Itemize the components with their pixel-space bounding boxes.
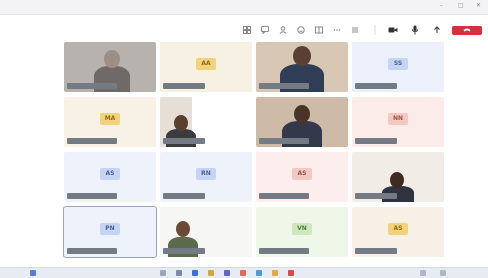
- participant-name: [259, 193, 309, 199]
- edge-icon[interactable]: [192, 270, 198, 276]
- participant-tile[interactable]: AS: [352, 207, 444, 257]
- participant-name: [67, 138, 117, 144]
- app-icon[interactable]: [240, 270, 246, 276]
- person-head: [293, 46, 311, 66]
- mail-icon[interactable]: [256, 270, 262, 276]
- person-body: [168, 237, 198, 257]
- participant-name: [67, 83, 117, 89]
- participant-initials: AS: [100, 168, 120, 180]
- people-icon[interactable]: [278, 25, 288, 35]
- view-icon[interactable]: [314, 25, 324, 35]
- participant-initials: SS: [388, 58, 408, 70]
- participant-tile[interactable]: [256, 42, 348, 92]
- participant-tile[interactable]: PN: [63, 206, 157, 258]
- participant-initials: PN: [100, 223, 120, 235]
- participant-tile[interactable]: AS: [256, 152, 348, 202]
- participant-name: [259, 83, 309, 89]
- chat-icon[interactable]: [260, 25, 270, 35]
- participant-tile[interactable]: MA: [64, 97, 156, 147]
- more-icon[interactable]: [332, 25, 342, 35]
- person-head: [104, 50, 120, 68]
- person-head: [390, 172, 404, 188]
- person-head: [176, 221, 190, 237]
- teams-icon[interactable]: [224, 270, 230, 276]
- participant-tile[interactable]: SS: [352, 42, 444, 92]
- participant-tile[interactable]: VN: [256, 207, 348, 257]
- start-icon[interactable]: [30, 270, 36, 276]
- participant-name: [259, 248, 309, 254]
- participant-tile[interactable]: [64, 42, 156, 92]
- participant-name: [355, 248, 397, 254]
- participant-tile[interactable]: [160, 97, 252, 147]
- participant-tile[interactable]: RN: [160, 152, 252, 202]
- share-icon[interactable]: [432, 25, 442, 35]
- participant-name: [259, 138, 309, 144]
- participant-initials: AS: [388, 223, 408, 235]
- taskview-icon[interactable]: [176, 270, 182, 276]
- close-icon[interactable]: ✕: [476, 2, 481, 9]
- phone-icon: [463, 27, 471, 33]
- participant-tile[interactable]: [352, 152, 444, 202]
- participant-tile[interactable]: [256, 97, 348, 147]
- participant-name: [67, 193, 117, 199]
- participant-initials: AS: [292, 168, 312, 180]
- app-icon-2[interactable]: [288, 270, 294, 276]
- title-bar: – □ ✕: [0, 0, 488, 15]
- participant-tile[interactable]: AA: [160, 42, 252, 92]
- maximize-icon[interactable]: □: [458, 2, 464, 9]
- store-icon[interactable]: [272, 270, 278, 276]
- participant-grid: AA SS MA NN AS RN AS PN VN AS: [63, 42, 448, 262]
- tray-icon[interactable]: [420, 270, 426, 276]
- participant-name: [355, 138, 397, 144]
- participant-initials: NN: [388, 113, 408, 125]
- participant-name: [163, 248, 205, 254]
- tray-icon-2[interactable]: [440, 270, 446, 276]
- folder-icon[interactable]: [208, 270, 214, 276]
- participant-name: [163, 193, 205, 199]
- camera-icon[interactable]: [388, 25, 398, 35]
- participant-tile[interactable]: AS: [64, 152, 156, 202]
- participant-tile[interactable]: NN: [352, 97, 444, 147]
- person-head: [294, 105, 310, 123]
- participant-name: [355, 193, 397, 199]
- grid-icon[interactable]: [242, 25, 252, 35]
- participant-initials: AA: [196, 58, 216, 70]
- mic-icon[interactable]: [410, 25, 420, 35]
- person-head: [174, 115, 188, 131]
- participant-name: [163, 83, 205, 89]
- separator: [370, 25, 380, 35]
- participant-initials: VN: [292, 223, 312, 235]
- leave-button[interactable]: [452, 26, 482, 35]
- participant-name: [355, 83, 397, 89]
- participant-name: [163, 138, 205, 144]
- participant-initials: RN: [196, 168, 216, 180]
- participant-tile[interactable]: [160, 207, 252, 257]
- participant-name: [67, 248, 117, 254]
- options-icon[interactable]: [350, 25, 360, 35]
- taskbar: [0, 267, 488, 278]
- search-icon[interactable]: [160, 270, 166, 276]
- reactions-icon[interactable]: [296, 25, 306, 35]
- participant-initials: MA: [100, 113, 120, 125]
- minimize-icon[interactable]: –: [440, 2, 443, 9]
